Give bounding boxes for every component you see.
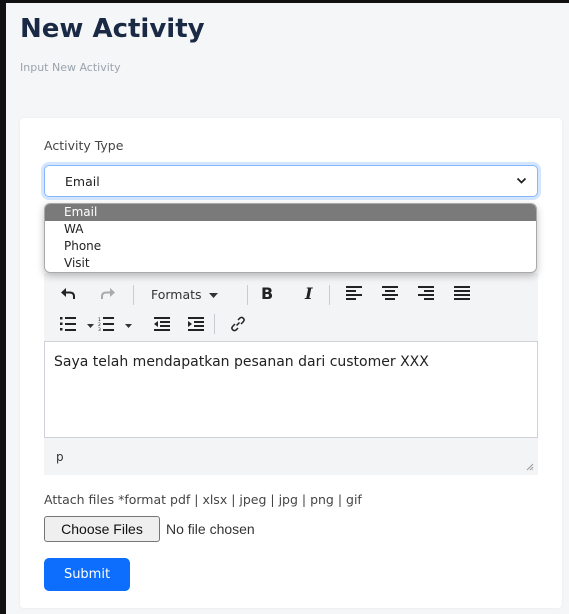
toolbar-separator xyxy=(329,285,330,305)
align-left-icon[interactable] xyxy=(346,286,362,300)
activity-type-selected-value: Email xyxy=(65,174,100,189)
window-frame-left xyxy=(0,0,6,614)
formats-dropdown[interactable]: Formats xyxy=(151,287,218,302)
bold-icon[interactable]: B xyxy=(260,285,274,302)
resize-handle-icon[interactable] xyxy=(526,463,534,471)
link-icon[interactable] xyxy=(230,316,246,332)
numbered-list-icon: 1 2 3 xyxy=(98,317,114,333)
option-wa[interactable]: WA xyxy=(45,221,536,238)
undo-icon[interactable] xyxy=(60,287,76,301)
caret-down-icon xyxy=(87,324,95,328)
svg-text:I: I xyxy=(304,285,313,302)
caret-down-icon xyxy=(208,292,218,298)
indent-icon[interactable] xyxy=(188,317,204,331)
window-frame-top xyxy=(0,0,569,3)
element-path[interactable]: p xyxy=(56,450,64,464)
outdent-icon[interactable] xyxy=(154,317,170,331)
caret-down-icon xyxy=(125,324,133,328)
toolbar-separator xyxy=(133,285,134,305)
svg-text:3: 3 xyxy=(98,327,101,331)
numbered-list-dropdown[interactable]: 1 2 3 xyxy=(98,316,133,335)
choose-files-button[interactable]: Choose Files xyxy=(44,516,160,542)
activity-type-label: Activity Type xyxy=(44,138,124,153)
redo-icon[interactable] xyxy=(100,287,116,301)
toolbar-separator xyxy=(247,285,248,305)
align-justify-icon[interactable] xyxy=(454,286,470,300)
chevron-down-icon xyxy=(516,177,527,184)
page-title: New Activity xyxy=(20,14,205,44)
align-right-icon[interactable] xyxy=(418,286,434,300)
formats-label: Formats xyxy=(151,287,202,302)
toolbar-separator xyxy=(214,314,215,334)
attach-files-label: Attach files *format pdf | xlsx | jpeg |… xyxy=(44,492,362,507)
bullet-list-dropdown[interactable] xyxy=(60,316,95,335)
svg-text:B: B xyxy=(261,285,273,302)
file-status-text: No file chosen xyxy=(166,521,255,537)
option-email[interactable]: Email xyxy=(45,204,536,221)
align-center-icon[interactable] xyxy=(382,286,398,300)
editor-content[interactable]: Saya telah mendapatkan pesanan dari cust… xyxy=(54,354,429,370)
page-subtitle: Input New Activity xyxy=(20,61,121,74)
italic-icon[interactable]: I xyxy=(304,285,318,302)
submit-button[interactable]: Submit xyxy=(44,558,130,591)
editor-toolbar: Formats B I 1 2 3 xyxy=(44,273,538,342)
option-phone[interactable]: Phone xyxy=(45,238,536,255)
activity-type-options: Email WA Phone Visit xyxy=(44,203,537,273)
activity-type-select[interactable]: Email xyxy=(44,165,538,197)
option-visit[interactable]: Visit xyxy=(45,255,536,272)
editor-statusbar: p xyxy=(44,437,538,475)
bullet-list-icon xyxy=(60,317,76,331)
